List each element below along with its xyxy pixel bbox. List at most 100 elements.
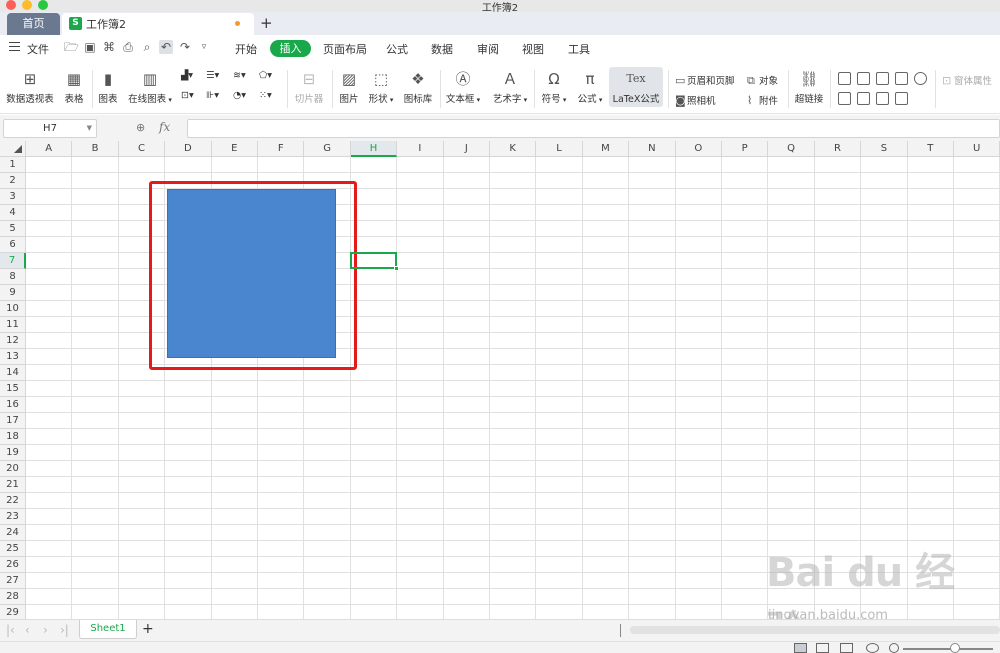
menu-data[interactable]: 数据: [431, 41, 453, 57]
formula-input[interactable]: [187, 119, 1000, 138]
hyperlink-button[interactable]: ⛓ 超链接: [793, 70, 825, 105]
scatter-chart-icon[interactable]: ⁙▾: [259, 90, 272, 101]
tab-workbook[interactable]: S 工作簿2: [62, 13, 254, 35]
column-header-f[interactable]: F: [258, 141, 305, 157]
row-header-11[interactable]: 11: [0, 317, 26, 333]
column-header-b[interactable]: B: [72, 141, 119, 157]
row-header-4[interactable]: 4: [0, 205, 26, 221]
row-header-24[interactable]: 24: [0, 525, 26, 541]
column-header-g[interactable]: G: [304, 141, 351, 157]
table-button[interactable]: ▦ 表格: [60, 70, 88, 105]
zoom-slider-track[interactable]: [903, 648, 993, 650]
menu-tools[interactable]: 工具: [568, 41, 590, 57]
row-header-28[interactable]: 28: [0, 589, 26, 605]
prev-sheet-icon[interactable]: ‹: [25, 623, 30, 637]
hamburger-menu-icon[interactable]: [9, 42, 20, 51]
print-preview-icon[interactable]: ⌕: [140, 40, 154, 54]
row-header-6[interactable]: 6: [0, 237, 26, 253]
insert-function-icon[interactable]: fx: [159, 120, 170, 134]
row-header-19[interactable]: 19: [0, 445, 26, 461]
attachment-button[interactable]: ⌇ 附件: [747, 93, 778, 107]
menu-formula[interactable]: 公式: [386, 41, 408, 57]
tab-home[interactable]: 首页: [7, 13, 60, 35]
menu-page-layout[interactable]: 页面布局: [323, 41, 367, 57]
row-header-12[interactable]: 12: [0, 333, 26, 349]
column-header-s[interactable]: S: [861, 141, 908, 157]
row-header-26[interactable]: 26: [0, 557, 26, 573]
checkbox-control-icon[interactable]: [895, 72, 908, 85]
row-header-16[interactable]: 16: [0, 397, 26, 413]
picture-button[interactable]: ▨ 图片: [337, 70, 361, 105]
column-header-d[interactable]: D: [165, 141, 212, 157]
row-header-5[interactable]: 5: [0, 221, 26, 237]
next-sheet-icon[interactable]: ›: [43, 623, 48, 637]
name-box[interactable]: H7 ▼: [3, 119, 97, 138]
first-sheet-icon[interactable]: |‹: [6, 623, 15, 637]
row-header-1[interactable]: 1: [0, 157, 26, 173]
column-header-a[interactable]: A: [26, 141, 73, 157]
row-header-25[interactable]: 25: [0, 541, 26, 557]
form-properties-button[interactable]: ⊡ 窗体属性: [942, 73, 992, 87]
row-header-8[interactable]: 8: [0, 269, 26, 285]
bar-chart-type-icon[interactable]: ☰▾: [206, 70, 219, 81]
row-header-29[interactable]: 29: [0, 605, 26, 619]
radio-control-icon[interactable]: [914, 72, 927, 85]
save-icon[interactable]: ▣: [83, 40, 97, 54]
menu-start[interactable]: 开始: [235, 41, 257, 57]
group-box-icon[interactable]: [857, 92, 870, 105]
header-footer-button[interactable]: ▭ 页眉和页脚: [675, 73, 735, 87]
stock-chart-icon[interactable]: ⊪▾: [206, 90, 219, 101]
combo-box-icon[interactable]: [857, 72, 870, 85]
page-layout-view-icon[interactable]: [816, 643, 829, 653]
zoom-search-icon[interactable]: ⊕: [136, 121, 145, 134]
row-header-9[interactable]: 9: [0, 285, 26, 301]
pie-chart-icon[interactable]: ◔▾: [233, 90, 246, 101]
online-chart-button[interactable]: ▥ 在线图表 ▾: [126, 70, 174, 105]
row-header-17[interactable]: 17: [0, 413, 26, 429]
row-header-14[interactable]: 14: [0, 365, 26, 381]
column-header-h[interactable]: H: [350, 141, 398, 157]
redo-icon[interactable]: ↷: [178, 40, 192, 54]
slicer-button[interactable]: ⊟ 切片器: [293, 70, 325, 105]
page-break-view-icon[interactable]: [840, 643, 853, 653]
zoom-slider-handle[interactable]: [950, 643, 960, 653]
column-header-m[interactable]: M: [582, 141, 630, 157]
row-header-20[interactable]: 20: [0, 461, 26, 477]
fill-handle[interactable]: [394, 266, 400, 271]
textbox-button[interactable]: Ⓐ 文本框 ▾: [444, 70, 482, 105]
icon-library-button[interactable]: ❖ 图标库: [402, 70, 434, 105]
line-chart-icon[interactable]: ≋▾: [233, 70, 246, 81]
column-header-j[interactable]: J: [443, 141, 490, 157]
selected-cell[interactable]: [349, 252, 398, 269]
format-painter-icon[interactable]: ⌘: [102, 40, 116, 54]
radar-chart-icon[interactable]: ⬠▾: [259, 70, 272, 81]
row-header-23[interactable]: 23: [0, 509, 26, 525]
formula-button[interactable]: π 公式 ▾: [575, 70, 605, 105]
menu-view[interactable]: 视图: [522, 41, 544, 57]
menu-insert[interactable]: 插入: [270, 40, 311, 57]
latex-formula-button[interactable]: Tex LaTeX公式: [609, 67, 663, 107]
column-header-i[interactable]: I: [397, 141, 444, 157]
shape-button[interactable]: ⬚ 形状 ▾: [366, 70, 396, 105]
column-header-p[interactable]: P: [722, 141, 769, 157]
object-button[interactable]: ⧉ 对象: [747, 73, 778, 88]
row-header-22[interactable]: 22: [0, 493, 26, 509]
spreadsheet-grid[interactable]: A B C D E F G H I J K L M N O P Q R S T U 1 2 3 4 5 6 7 8 9 10 11 12 13 14…: [0, 141, 1000, 619]
list-box-icon[interactable]: [838, 92, 851, 105]
column-header-c[interactable]: C: [118, 141, 166, 157]
row-header-13[interactable]: 13: [0, 349, 26, 365]
add-sheet-button[interactable]: +: [142, 621, 154, 637]
file-menu[interactable]: 文件: [27, 41, 49, 57]
label-control-icon[interactable]: [838, 72, 851, 85]
column-header-n[interactable]: N: [629, 141, 676, 157]
zoom-out-icon[interactable]: [889, 643, 899, 653]
select-all-corner[interactable]: [0, 141, 26, 157]
last-sheet-icon[interactable]: ›|: [60, 623, 69, 637]
button-control-icon[interactable]: [876, 72, 889, 85]
row-header-3[interactable]: 3: [0, 189, 26, 205]
scroll-bar-control-icon[interactable]: [876, 92, 889, 105]
column-header-e[interactable]: E: [211, 141, 258, 157]
open-folder-icon[interactable]: 🗁: [64, 40, 79, 54]
normal-view-icon[interactable]: [794, 643, 807, 653]
column-header-l[interactable]: L: [536, 141, 583, 157]
